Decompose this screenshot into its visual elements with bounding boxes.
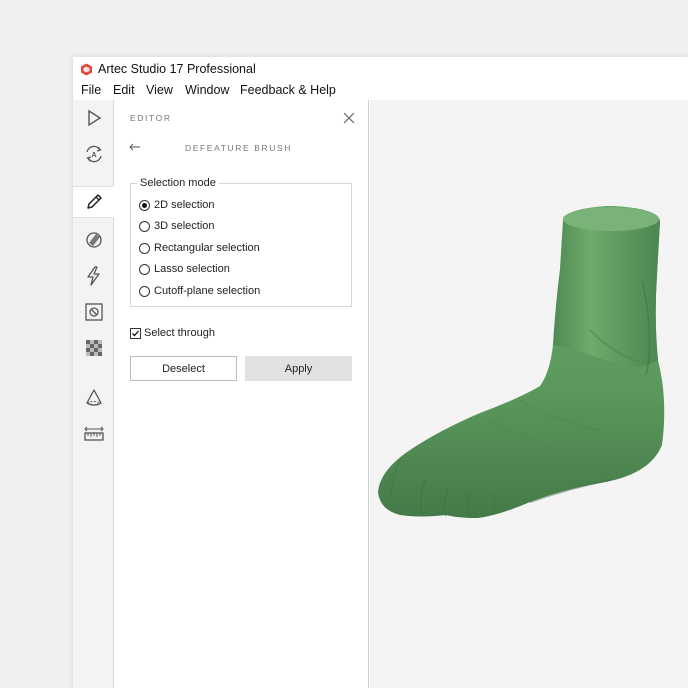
- radio-button[interactable]: [139, 242, 150, 254]
- select-through-checkbox[interactable]: Select through: [130, 325, 215, 341]
- main-content: A EDITOR DEFEATURE BRUSH Selection mode …: [73, 100, 688, 688]
- radio-label: Lasso selection: [154, 263, 230, 275]
- radio-lasso-selection[interactable]: Lasso selection: [139, 261, 230, 277]
- radio-button[interactable]: [139, 285, 150, 297]
- radio-2d-selection[interactable]: 2D selection: [139, 197, 215, 213]
- radio-button[interactable]: [139, 220, 150, 232]
- radio-label: 3D selection: [154, 220, 215, 232]
- back-arrow-icon[interactable]: [128, 141, 142, 153]
- radio-label: Rectangular selection: [154, 242, 260, 254]
- app-window: Artec Studio 17 Professional File Edit V…: [73, 57, 688, 688]
- radio-label: 2D selection: [154, 199, 215, 211]
- svg-text:A: A: [91, 152, 96, 159]
- pencil-icon: [87, 194, 102, 209]
- tool-title: DEFEATURE BRUSH: [185, 143, 292, 153]
- play-icon: [87, 109, 101, 127]
- checkbox-checked[interactable]: [130, 327, 141, 339]
- target-icon: [84, 303, 103, 321]
- foot-model[interactable]: [370, 100, 688, 688]
- toolbar-ruler[interactable]: [73, 418, 114, 450]
- select-through-label: Select through: [144, 327, 215, 339]
- toolbar-scan[interactable]: [73, 102, 114, 134]
- toolbar-tools[interactable]: [73, 260, 114, 292]
- editor-panel: EDITOR DEFEATURE BRUSH Selection mode 2D…: [114, 100, 369, 688]
- eraser-brush-icon: [85, 232, 102, 248]
- radio-rectangular-selection[interactable]: Rectangular selection: [139, 240, 260, 256]
- menu-edit[interactable]: Edit: [113, 83, 135, 97]
- menu-bar: File Edit View Window Feedback & Help: [73, 81, 688, 100]
- radio-cutoff-plane-selection[interactable]: Cutoff-plane selection: [139, 283, 260, 299]
- toolbar-fix[interactable]: [73, 296, 114, 328]
- toolbar-editor[interactable]: [73, 186, 115, 218]
- 3d-viewport[interactable]: [370, 100, 688, 688]
- close-icon[interactable]: [342, 111, 356, 125]
- checkmark-icon: [132, 330, 139, 336]
- menu-file[interactable]: File: [81, 83, 101, 97]
- selection-mode-legend: Selection mode: [137, 177, 219, 189]
- cone-measure-icon: [85, 389, 102, 406]
- left-toolbar: A: [73, 100, 115, 688]
- menu-view[interactable]: View: [146, 83, 173, 97]
- radio-3d-selection[interactable]: 3D selection: [139, 218, 215, 234]
- title-bar: Artec Studio 17 Professional: [73, 57, 688, 81]
- selection-mode-group: Selection mode 2D selection 3D selection…: [130, 177, 352, 307]
- deselect-button[interactable]: Deselect: [130, 356, 237, 381]
- autopilot-icon: A: [85, 145, 102, 163]
- apply-button[interactable]: Apply: [245, 356, 352, 381]
- window-title: Artec Studio 17 Professional: [98, 62, 256, 76]
- toolbar-autopilot[interactable]: A: [73, 138, 114, 170]
- panel-title: EDITOR: [130, 113, 172, 123]
- radio-button-checked[interactable]: [139, 199, 150, 211]
- toolbar-brush[interactable]: [73, 224, 114, 256]
- lightning-icon: [86, 266, 100, 286]
- menu-feedback-help[interactable]: Feedback & Help: [240, 83, 336, 97]
- radio-button[interactable]: [139, 263, 150, 275]
- checker-texture-icon: [85, 340, 102, 356]
- toolbar-texture[interactable]: [73, 332, 114, 364]
- menu-window[interactable]: Window: [185, 83, 229, 97]
- radio-label: Cutoff-plane selection: [154, 285, 261, 297]
- toolbar-measures[interactable]: [73, 382, 114, 414]
- artec-logo-icon: [81, 63, 92, 76]
- ruler-icon: [83, 426, 104, 441]
